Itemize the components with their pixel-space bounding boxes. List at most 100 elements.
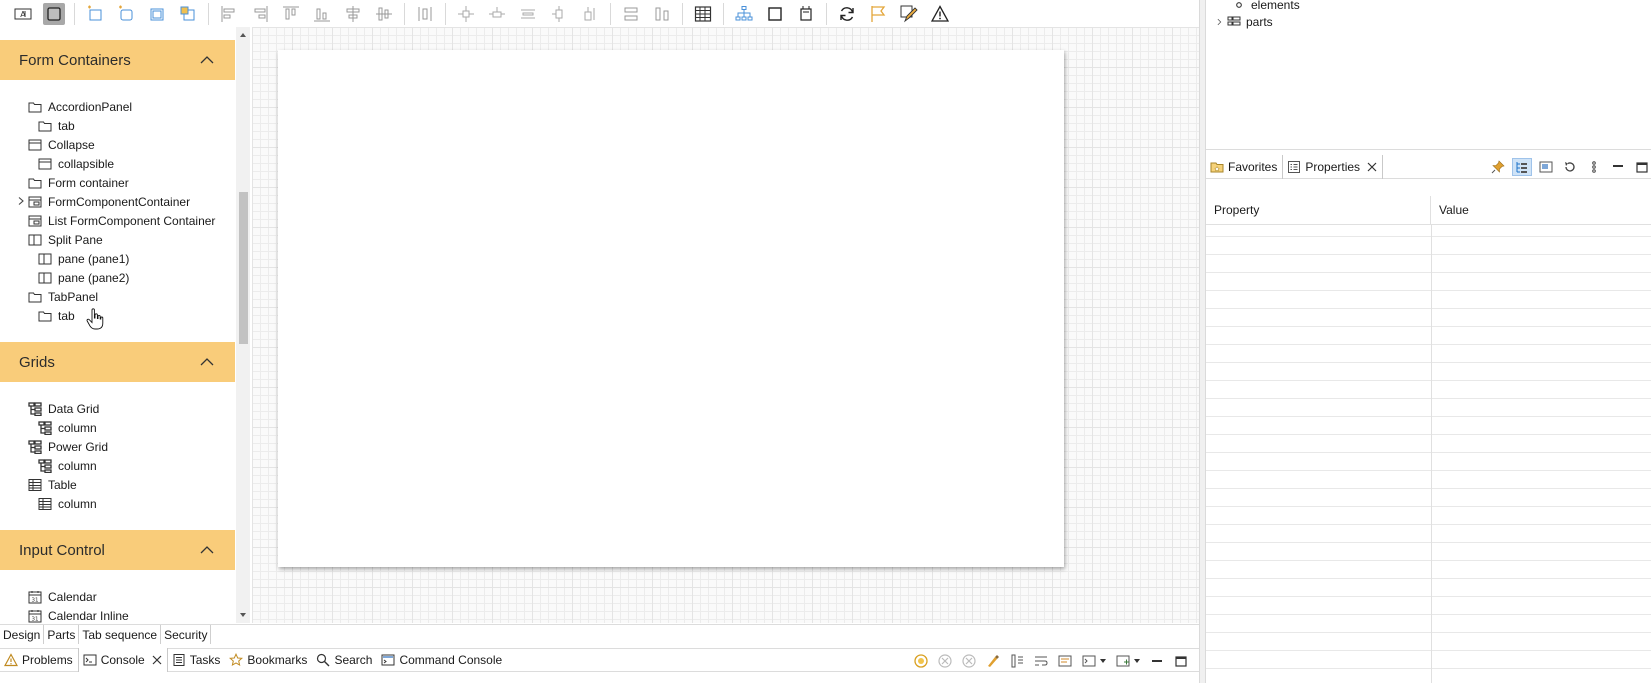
crop-button[interactable] [795, 3, 817, 25]
tab-tab-sequence[interactable]: Tab sequence [79, 625, 162, 644]
new-form-button[interactable] [84, 3, 106, 25]
tab-security[interactable]: Security [161, 625, 212, 644]
pencil-button[interactable] [898, 3, 920, 25]
new-form-3-button[interactable] [146, 3, 168, 25]
palette-scrollbar[interactable] [236, 27, 250, 623]
tab-favorites[interactable]: Favorites [1206, 155, 1282, 179]
align-top-button[interactable] [280, 3, 302, 25]
palette-section-header[interactable]: Input Control [0, 530, 235, 570]
word-wrap-icon[interactable] [1033, 653, 1049, 669]
pin-icon[interactable] [1489, 159, 1507, 175]
anchor-2-button[interactable] [486, 3, 508, 25]
tab-search[interactable]: Search [312, 648, 377, 672]
view-menu-icon[interactable] [1585, 159, 1603, 175]
minimize-icon[interactable] [1609, 159, 1627, 175]
palette-item[interactable]: List FormComponent Container [0, 211, 235, 230]
anchor-4-button[interactable] [548, 3, 570, 25]
scroll-down-icon[interactable] [239, 611, 247, 619]
label-button[interactable]: A [12, 3, 34, 25]
chevron-up-icon[interactable] [199, 542, 215, 558]
same-height-button[interactable] [651, 3, 673, 25]
column-header-property[interactable]: Property [1206, 196, 1431, 224]
align-center-button[interactable] [342, 3, 364, 25]
restore-default-icon[interactable] [1561, 159, 1579, 175]
palette-item[interactable]: pane (pane2) [0, 268, 235, 287]
tab-tasks[interactable]: Tasks [168, 648, 226, 672]
palette-item[interactable]: Power Grid [0, 437, 235, 456]
new-form-2-button[interactable] [115, 3, 137, 25]
tab-bookmarks[interactable]: Bookmarks [225, 648, 312, 672]
tab-properties[interactable]: Properties [1282, 154, 1384, 179]
maximize-icon[interactable] [1633, 159, 1651, 175]
grid-button[interactable] [692, 3, 714, 25]
chevron-right-icon[interactable] [16, 196, 26, 206]
palette-item[interactable]: TabPanel [0, 287, 235, 306]
same-width-button[interactable] [620, 3, 642, 25]
palette-section-header[interactable]: Grids [0, 342, 235, 382]
chevron-right-icon[interactable] [1215, 15, 1225, 29]
scroll-lock-icon[interactable] [1009, 653, 1025, 669]
tree-item-parts[interactable]: parts [1215, 15, 1273, 29]
align-bottom-button[interactable] [311, 3, 333, 25]
remove-all-icon[interactable] [961, 653, 977, 669]
rect-button[interactable] [43, 2, 65, 25]
palette-item[interactable]: collapsible [0, 154, 235, 173]
tab-console[interactable]: Console [77, 648, 168, 672]
palette-item[interactable]: 31 Calendar Inline [0, 606, 235, 623]
panel-sash[interactable] [1199, 0, 1206, 683]
form-design-canvas[interactable] [252, 27, 1199, 623]
clear-console-icon[interactable] [985, 653, 1001, 669]
show-advanced-icon[interactable] [1537, 159, 1555, 175]
form-page[interactable] [278, 50, 1064, 567]
bounds-button[interactable] [764, 3, 786, 25]
tab-parts[interactable]: Parts [44, 625, 80, 644]
tab-design[interactable]: Design [0, 625, 45, 644]
tab-command-console[interactable]: Command Console [377, 648, 507, 672]
align-right-button[interactable] [249, 3, 271, 25]
new-form-4-button[interactable] [177, 3, 199, 25]
tab-problems[interactable]: Problems [0, 648, 78, 672]
palette-item[interactable]: pane (pane1) [0, 249, 235, 268]
display-console-icon[interactable] [1081, 653, 1097, 669]
warning-button[interactable] [929, 3, 951, 25]
palette-item[interactable]: Form container [0, 173, 235, 192]
scrollbar-thumb[interactable] [239, 192, 248, 344]
distribute-button[interactable] [414, 3, 436, 25]
palette-section-header[interactable]: Form Containers [0, 40, 235, 80]
palette-item[interactable]: Table [0, 475, 235, 494]
remove-launch-icon[interactable] [937, 653, 953, 669]
tree-item-elements[interactable]: elements [1232, 0, 1300, 12]
close-icon[interactable] [1367, 162, 1377, 172]
palette-item[interactable]: Data Grid [0, 399, 235, 418]
tree-button[interactable] [733, 3, 755, 25]
palette-item[interactable]: column [0, 456, 235, 475]
align-left-button[interactable] [218, 3, 240, 25]
column-header-value[interactable]: Value [1431, 196, 1469, 224]
chevron-up-icon[interactable] [199, 52, 215, 68]
flag-button[interactable] [867, 3, 889, 25]
palette-item[interactable]: column [0, 494, 235, 513]
open-console-icon[interactable] [1115, 653, 1131, 669]
maximize-icon[interactable] [1173, 653, 1189, 669]
refresh-button[interactable] [836, 3, 858, 25]
dropdown-icon[interactable] [1133, 653, 1141, 669]
dropdown-icon[interactable] [1099, 653, 1107, 669]
palette-item[interactable]: 31 Calendar [0, 587, 235, 606]
minimize-icon[interactable] [1149, 653, 1165, 669]
anchor-3-button[interactable] [517, 3, 539, 25]
palette-item[interactable]: FormComponentContainer [0, 192, 235, 211]
pin-console-icon[interactable] [1057, 653, 1073, 669]
categories-icon[interactable] [1512, 158, 1532, 176]
terminate-icon[interactable] [913, 653, 929, 669]
palette-item[interactable]: AccordionPanel [0, 97, 235, 116]
anchor-1-button[interactable] [455, 3, 477, 25]
palette-item[interactable]: tab [0, 116, 235, 135]
palette-item[interactable]: column [0, 418, 235, 437]
anchor-5-button[interactable] [579, 3, 601, 25]
close-icon[interactable] [145, 655, 162, 665]
palette-item[interactable]: Collapse [0, 135, 235, 154]
scroll-up-icon[interactable] [239, 31, 247, 39]
align-middle-button[interactable] [373, 3, 395, 25]
chevron-up-icon[interactable] [199, 354, 215, 370]
palette-item[interactable]: tab [0, 306, 235, 325]
